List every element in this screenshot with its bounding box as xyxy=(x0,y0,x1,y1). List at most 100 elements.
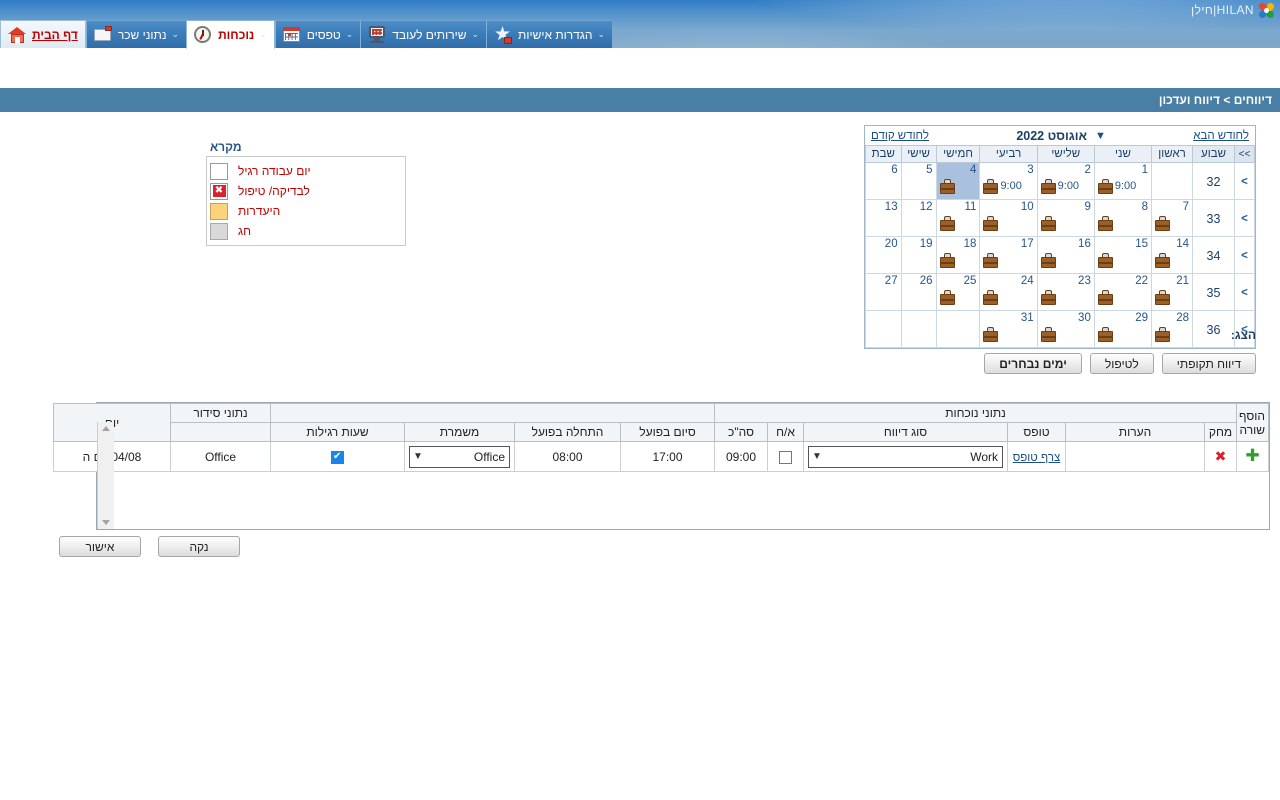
nav-tab-services-label: שירותים לעובד xyxy=(392,27,467,42)
chevron-down-icon[interactable]: ▼ xyxy=(1095,130,1106,142)
calendar-day-cell-16[interactable]: 16 xyxy=(1036,236,1095,274)
calendar-day-cell-20[interactable]: 20 xyxy=(865,236,902,274)
calendar-day-cell-empty xyxy=(935,310,981,348)
legend-item-regular: יום עבודה רגיל xyxy=(210,161,402,181)
report-type-select[interactable]: ▼ xyxy=(808,445,1003,468)
next-month-link[interactable]: לחודש הבא xyxy=(1193,130,1249,142)
nav-tab-payroll[interactable]: ⌄ נתוני שכר xyxy=(85,20,187,48)
calendar-month-selector[interactable]: ▼ אוגוסט 2022 xyxy=(929,129,1193,143)
regular-hours-checkbox[interactable] xyxy=(331,450,344,464)
briefcase-icon[interactable] xyxy=(983,252,999,268)
calendar-expand-week-34[interactable]: > xyxy=(1234,236,1255,274)
end-actual-cell[interactable]: 17:00 xyxy=(620,441,715,472)
calendar-day-cell-14[interactable]: 14 xyxy=(1151,236,1193,274)
calendar-day-detail xyxy=(983,213,1033,233)
report-type-input[interactable] xyxy=(808,445,1003,468)
calendar-day-cell-9[interactable]: 9 xyxy=(1036,199,1095,237)
nav-tab-home[interactable]: דף הבית xyxy=(0,20,86,48)
calendar-day-cell-30[interactable]: 30 xyxy=(1036,310,1095,348)
calendar-day-cell-22[interactable]: 22 xyxy=(1093,273,1153,311)
briefcase-icon[interactable] xyxy=(1155,215,1171,231)
briefcase-icon[interactable] xyxy=(983,289,999,305)
calendar-day-cell-25[interactable]: 25 xyxy=(935,273,981,311)
scroll-down-icon[interactable] xyxy=(102,520,110,525)
briefcase-icon[interactable] xyxy=(1040,252,1056,268)
briefcase-icon[interactable] xyxy=(1040,326,1056,342)
al-ch-checkbox[interactable] xyxy=(779,450,792,464)
shift-input[interactable] xyxy=(409,445,510,468)
brand-logo[interactable]: HILAN|חילן xyxy=(1191,1,1276,19)
folder-icon xyxy=(93,25,113,45)
briefcase-icon[interactable] xyxy=(1040,178,1056,194)
attach-form-link[interactable]: צרף טופס xyxy=(1013,452,1060,464)
briefcase-icon[interactable] xyxy=(1040,289,1056,305)
calendar-day-cell-13[interactable]: 13 xyxy=(865,199,902,237)
briefcase-icon[interactable] xyxy=(939,289,955,305)
grid-vertical-scrollbar[interactable] xyxy=(97,422,114,529)
briefcase-icon[interactable] xyxy=(939,215,955,231)
calendar-day-cell-10[interactable]: 10 xyxy=(979,199,1038,237)
calendar-header-row: >> שבוע ראשון שני שלישי רביעי חמישי שישי… xyxy=(865,145,1255,163)
delete-row-button[interactable]: ✖ xyxy=(1204,441,1237,472)
prev-month-link[interactable]: לחודש קודם xyxy=(871,130,929,142)
for-treatment-button[interactable]: לטיפול xyxy=(1089,353,1154,374)
calendar-day-cell-5[interactable]: 5 xyxy=(900,162,937,200)
nav-tab-services[interactable]: ⌄ שירותים לעובד xyxy=(360,20,487,48)
briefcase-icon[interactable] xyxy=(939,252,955,268)
start-actual-cell[interactable]: 08:00 xyxy=(514,441,621,472)
notes-cell[interactable] xyxy=(1065,441,1205,472)
briefcase-icon[interactable] xyxy=(1097,252,1113,268)
pinwheel-icon xyxy=(1257,1,1276,19)
calendar-day-cell-2[interactable]: 2 9:00 xyxy=(1036,162,1095,200)
calendar-week-number: 35 xyxy=(1192,273,1235,311)
calendar-day-cell-6[interactable]: 6 xyxy=(865,162,902,200)
calendar-day-number: 15 xyxy=(1135,238,1149,250)
briefcase-icon[interactable] xyxy=(1155,252,1171,268)
nav-tab-attendance[interactable]: ⌄ נוכחות xyxy=(186,20,275,49)
calendar-day-cell-12[interactable]: 12 xyxy=(900,199,937,237)
calendar-day-cell-21[interactable]: 21 xyxy=(1151,273,1193,311)
calendar-expand-week-33[interactable]: > xyxy=(1234,199,1255,237)
briefcase-icon[interactable] xyxy=(1155,289,1171,305)
calendar-expand-all-header[interactable]: >> xyxy=(1234,145,1255,163)
grid-group-attendance: נתוני נוכחות xyxy=(714,403,1237,423)
shift-select[interactable]: ▼ xyxy=(409,445,510,468)
calendar-expand-week-32[interactable]: > xyxy=(1234,162,1255,200)
calendar-day-cell-18[interactable]: 18 xyxy=(935,236,981,274)
clear-button[interactable]: נקה xyxy=(158,536,240,557)
briefcase-icon[interactable] xyxy=(983,215,999,231)
briefcase-icon[interactable] xyxy=(983,178,999,194)
briefcase-icon[interactable] xyxy=(1155,326,1171,342)
selected-days-button[interactable]: ימים נבחרים xyxy=(984,353,1082,374)
calendar-day-cell-3[interactable]: 3 9:00 xyxy=(979,162,1038,200)
briefcase-icon[interactable] xyxy=(1097,326,1113,342)
calendar-day-cell-17[interactable]: 17 xyxy=(979,236,1038,274)
confirm-button[interactable]: אישור xyxy=(59,536,141,557)
calendar-day-cell-27[interactable]: 27 xyxy=(865,273,902,311)
calendar-day-cell-28[interactable]: 28 xyxy=(1151,310,1193,348)
calendar-day-cell-24[interactable]: 24 xyxy=(979,273,1038,311)
briefcase-icon[interactable] xyxy=(1097,215,1113,231)
calendar-day-cell-23[interactable]: 23 xyxy=(1036,273,1095,311)
add-row-button[interactable]: ✚ xyxy=(1236,441,1269,472)
briefcase-icon[interactable] xyxy=(939,178,955,194)
calendar-day-cell-8[interactable]: 8 xyxy=(1093,199,1153,237)
briefcase-icon[interactable] xyxy=(1097,289,1113,305)
calendar-day-cell-19[interactable]: 19 xyxy=(900,236,937,274)
calendar-day-cell-15[interactable]: 15 xyxy=(1093,236,1153,274)
calendar-day-cell-11[interactable]: 11 xyxy=(935,199,981,237)
briefcase-icon[interactable] xyxy=(1097,178,1113,194)
calendar-day-cell-1[interactable]: 1 9:00 xyxy=(1093,162,1153,200)
calendar-expand-week-35[interactable]: > xyxy=(1234,273,1255,311)
calendar-day-cell-29[interactable]: 29 xyxy=(1093,310,1153,348)
calendar-day-cell-4[interactable]: 4 xyxy=(935,162,981,200)
calendar-day-cell-26[interactable]: 26 xyxy=(900,273,937,311)
calendar-day-cell-7[interactable]: 7 xyxy=(1151,199,1193,237)
period-report-button[interactable]: דיווח תקופתי xyxy=(1161,353,1256,374)
scroll-up-icon[interactable] xyxy=(102,426,110,431)
calendar-day-cell-31[interactable]: 31 xyxy=(979,310,1038,348)
briefcase-icon[interactable] xyxy=(1040,215,1056,231)
briefcase-icon[interactable] xyxy=(983,326,999,342)
nav-tab-settings[interactable]: ⌄ הגדרות אישיות ★ xyxy=(486,20,613,48)
nav-tab-forms[interactable]: ⌄ טפסים xyxy=(274,20,361,48)
